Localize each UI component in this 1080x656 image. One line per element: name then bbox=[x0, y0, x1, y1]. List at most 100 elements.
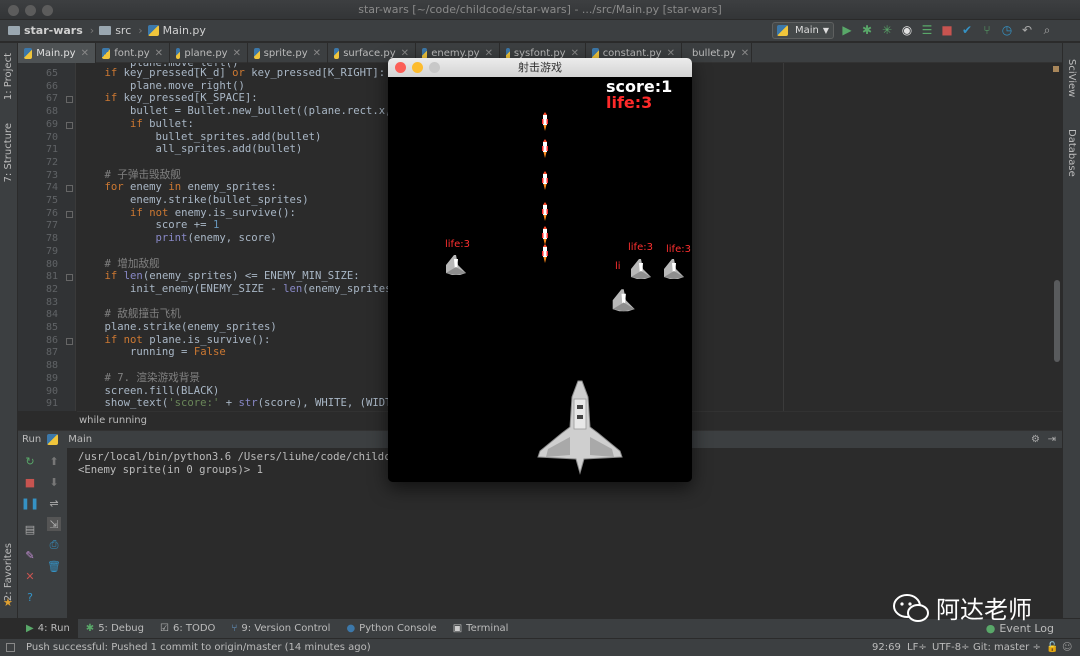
project-panel-tab[interactable]: 1: Project bbox=[3, 53, 14, 100]
code-line: if bullet: bbox=[130, 117, 194, 130]
inspector-icon[interactable]: ☺ bbox=[1062, 639, 1072, 656]
enemy-sprite bbox=[631, 259, 651, 279]
fold-marker[interactable] bbox=[66, 210, 73, 218]
stop-icon[interactable]: ■ bbox=[940, 22, 954, 38]
python-icon: ● bbox=[346, 623, 356, 634]
line-number: 77 bbox=[45, 220, 58, 232]
close-icon[interactable]: ✕ bbox=[741, 48, 749, 59]
run-config-select[interactable]: Main ▼ bbox=[772, 22, 834, 39]
hide-panel-icon[interactable]: ⇥ bbox=[1048, 434, 1056, 445]
close-icon[interactable]: ✕ bbox=[233, 48, 241, 59]
zoom-window-button[interactable] bbox=[42, 5, 53, 16]
breadcrumb-file[interactable]: Main.py bbox=[147, 24, 206, 37]
close-icon[interactable]: ✕ bbox=[401, 48, 409, 59]
stop-icon[interactable]: ■ bbox=[23, 475, 37, 489]
run-toolbar-secondary: ⬆ ⬇ ⇌ ⇲ ⎙ 🗑 bbox=[42, 448, 68, 618]
line-number: 73 bbox=[45, 169, 58, 181]
close-icon[interactable]: ✕ bbox=[667, 48, 675, 59]
tool-window-todo[interactable]: ☑ 6: TODO bbox=[152, 619, 223, 639]
run-icon[interactable]: ▶ bbox=[840, 22, 854, 38]
fold-marker[interactable] bbox=[66, 185, 73, 193]
close-window-button[interactable] bbox=[8, 5, 19, 16]
up-arrow-icon[interactable]: ⬆ bbox=[47, 454, 61, 468]
fold-marker[interactable] bbox=[66, 121, 73, 129]
game-window[interactable]: 射击游戏 score:1 life:3 life:3 life:3 life:3… bbox=[388, 58, 692, 482]
trash-icon[interactable]: 🗑 bbox=[47, 559, 61, 573]
line-number: 66 bbox=[45, 80, 58, 92]
git-branch[interactable]: Git: master ÷ bbox=[973, 639, 1041, 656]
close-icon[interactable]: ✕ bbox=[23, 569, 37, 583]
scroll-to-end-icon[interactable]: ⇲ bbox=[47, 517, 61, 531]
concurrency-icon[interactable]: ☰ bbox=[920, 22, 934, 38]
help-icon[interactable]: ? bbox=[23, 590, 37, 604]
search-icon[interactable]: ⌕ bbox=[1040, 22, 1054, 38]
game-window-title: 射击游戏 bbox=[518, 61, 562, 74]
close-icon[interactable]: ✕ bbox=[485, 48, 493, 59]
line-separator[interactable]: LF÷ bbox=[907, 639, 927, 656]
python-file-icon bbox=[102, 47, 111, 59]
gear-icon[interactable]: ⚙ bbox=[1031, 434, 1040, 445]
star-icon: ★ bbox=[3, 596, 13, 609]
tab-plane[interactable]: plane.py ✕ bbox=[170, 43, 248, 63]
game-canvas[interactable]: score:1 life:3 life:3 life:3 life:3 li bbox=[388, 77, 692, 482]
editor-scrollbar[interactable] bbox=[1054, 280, 1060, 362]
close-window-button[interactable] bbox=[395, 62, 406, 73]
pin-icon[interactable]: ✎ bbox=[23, 548, 37, 562]
bullet-sprite bbox=[542, 202, 548, 221]
pause-icon[interactable]: ❚❚ bbox=[21, 496, 39, 510]
profile-icon[interactable]: ◉ bbox=[900, 22, 914, 38]
toggle-tool-windows-icon[interactable] bbox=[6, 643, 15, 652]
fold-marker[interactable] bbox=[66, 96, 73, 104]
tool-window-python-console[interactable]: ● Python Console bbox=[338, 619, 444, 639]
tab-sprite[interactable]: sprite.py ✕ bbox=[248, 43, 328, 63]
rerun-icon[interactable]: ↻ bbox=[23, 454, 37, 468]
database-panel-tab[interactable]: Database bbox=[1066, 129, 1077, 177]
breadcrumb-project[interactable]: star-wars bbox=[8, 24, 83, 37]
lock-icon[interactable]: 🔓 bbox=[1046, 639, 1058, 656]
tab-main[interactable]: Main.py ✕ bbox=[18, 43, 96, 63]
coverage-icon[interactable]: ✳ bbox=[880, 22, 894, 38]
tab-font[interactable]: font.py ✕ bbox=[96, 43, 170, 63]
minimize-window-button[interactable] bbox=[412, 62, 423, 73]
code-line: print(enemy, score) bbox=[155, 232, 277, 245]
favorites-panel-tab[interactable]: 2: Favorites bbox=[3, 543, 14, 601]
tool-window-version-control[interactable]: ⑂ 9: Version Control bbox=[223, 619, 338, 639]
file-encoding[interactable]: UTF-8÷ bbox=[932, 639, 970, 656]
soft-wrap-icon[interactable]: ⇌ bbox=[47, 496, 61, 510]
revert-icon[interactable]: ↶ bbox=[1020, 22, 1034, 38]
inspection-marker[interactable] bbox=[1053, 66, 1059, 72]
close-icon[interactable]: ✕ bbox=[155, 48, 163, 59]
debug-icon[interactable]: ✱ bbox=[860, 22, 874, 38]
line-number: 91 bbox=[45, 398, 58, 410]
vcs-update-icon[interactable]: ✔ bbox=[960, 22, 974, 38]
line-number: 90 bbox=[45, 385, 58, 397]
sciview-panel-tab[interactable]: SciView bbox=[1066, 59, 1077, 97]
zoom-window-button[interactable] bbox=[429, 62, 440, 73]
minimize-window-button[interactable] bbox=[25, 5, 36, 16]
tool-window-debug[interactable]: ✱ 5: Debug bbox=[78, 619, 152, 639]
close-icon[interactable]: ✕ bbox=[313, 48, 321, 59]
line-number: 81 bbox=[45, 271, 58, 283]
vcs-commit-icon[interactable]: ⑂ bbox=[980, 22, 994, 38]
line-number: 85 bbox=[45, 322, 58, 333]
close-icon[interactable]: ✕ bbox=[81, 48, 89, 59]
structure-panel-tab[interactable]: 7: Structure bbox=[3, 123, 14, 182]
terminal-icon: ▣ bbox=[452, 623, 463, 634]
tab-bullet[interactable]: bullet.py ✕ bbox=[682, 43, 752, 63]
close-icon[interactable]: ✕ bbox=[571, 48, 579, 59]
down-arrow-icon[interactable]: ⬇ bbox=[47, 475, 61, 489]
tool-window-run[interactable]: ▶ 4: Run bbox=[18, 618, 78, 639]
fold-marker[interactable] bbox=[66, 337, 73, 345]
breadcrumb-folder[interactable]: src bbox=[99, 24, 131, 37]
vcs-icon: ⑂ bbox=[231, 623, 238, 634]
tool-window-terminal[interactable]: ▣ Terminal bbox=[445, 619, 517, 639]
fold-marker[interactable] bbox=[66, 274, 73, 282]
layout-icon[interactable]: ▤ bbox=[23, 522, 37, 536]
vcs-history-icon[interactable]: ◷ bbox=[1000, 22, 1014, 38]
print-icon[interactable]: ⎙ bbox=[47, 538, 61, 552]
run-config-tab[interactable]: Main bbox=[68, 434, 92, 445]
python-file-icon bbox=[176, 47, 181, 59]
status-message[interactable]: Push successful: Pushed 1 commit to orig… bbox=[26, 639, 371, 656]
code-line: for enemy in enemy_sprites: bbox=[104, 181, 277, 194]
caret-position[interactable]: 92:69 bbox=[872, 639, 901, 656]
